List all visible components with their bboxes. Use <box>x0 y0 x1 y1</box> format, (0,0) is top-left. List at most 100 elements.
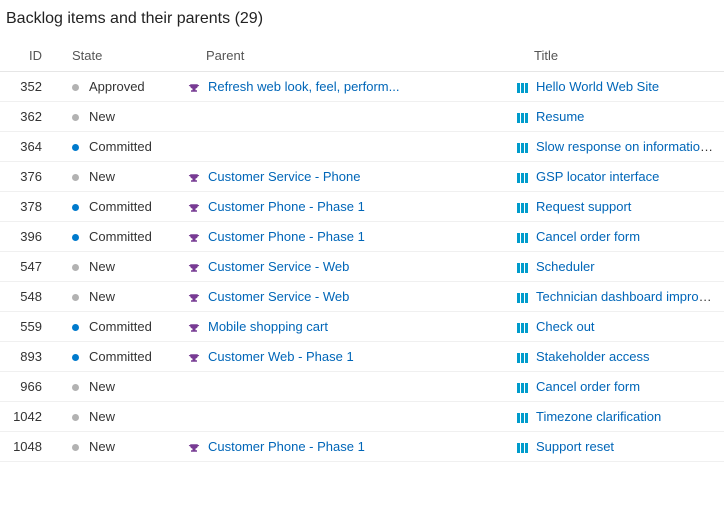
cell-title: Scheduler <box>508 252 724 282</box>
table-row[interactable]: 364Committed Slow response on information… <box>0 132 724 162</box>
trophy-icon <box>188 292 202 304</box>
title-link[interactable]: GSP locator interface <box>536 169 659 184</box>
cell-title: Cancel order form <box>508 372 724 402</box>
backlog-item-icon <box>516 202 530 214</box>
cell-title: Cancel order form <box>508 222 724 252</box>
title-link[interactable]: Hello World Web Site <box>536 79 659 94</box>
cell-parent: Customer Service - Phone <box>180 162 508 192</box>
parent-link[interactable]: Customer Service - Phone <box>208 169 360 184</box>
cell-title: Request support <box>508 192 724 222</box>
cell-id: 352 <box>0 72 64 102</box>
state-dot-icon <box>72 84 79 91</box>
title-link[interactable]: Stakeholder access <box>536 349 649 364</box>
title-link[interactable]: Support reset <box>536 439 614 454</box>
backlog-item-icon <box>516 172 530 184</box>
cell-title: Timezone clarification <box>508 402 724 432</box>
cell-id: 893 <box>0 342 64 372</box>
table-row[interactable]: 376New Customer Service - Phone GSP locato… <box>0 162 724 192</box>
backlog-item-icon <box>516 262 530 274</box>
parent-link[interactable]: Customer Service - Web <box>208 259 349 274</box>
cell-id: 966 <box>0 372 64 402</box>
parent-link[interactable]: Customer Phone - Phase 1 <box>208 199 365 214</box>
parent-link[interactable]: Refresh web look, feel, perform... <box>208 79 399 94</box>
title-link[interactable]: Timezone clarification <box>536 409 661 424</box>
cell-id: 547 <box>0 252 64 282</box>
cell-parent <box>180 132 508 162</box>
col-header-state[interactable]: State <box>64 42 180 72</box>
state-label: Committed <box>89 229 152 244</box>
title-link[interactable]: Slow response on information form <box>536 139 724 154</box>
parent-link[interactable]: Mobile shopping cart <box>208 319 328 334</box>
cell-parent: Customer Phone - Phase 1 <box>180 192 508 222</box>
title-link[interactable]: Check out <box>536 319 595 334</box>
state-label: Committed <box>89 319 152 334</box>
table-header-row: ID State Parent Title <box>0 42 724 72</box>
cell-state: Committed <box>64 342 180 372</box>
state-dot-icon <box>72 144 79 151</box>
table-row[interactable]: 893Committed Customer Web - Phase 1 Stakeh… <box>0 342 724 372</box>
page-title: Backlog items and their parents (29) <box>0 0 724 42</box>
state-dot-icon <box>72 444 79 451</box>
state-label: Committed <box>89 199 152 214</box>
cell-state: New <box>64 372 180 402</box>
col-header-parent[interactable]: Parent <box>180 42 508 72</box>
trophy-icon <box>188 262 202 274</box>
cell-parent: Customer Web - Phase 1 <box>180 342 508 372</box>
title-link[interactable]: Technician dashboard improvements <box>536 289 724 304</box>
state-dot-icon <box>72 294 79 301</box>
parent-link[interactable]: Customer Phone - Phase 1 <box>208 229 365 244</box>
cell-id: 1048 <box>0 432 64 462</box>
backlog-item-icon <box>516 292 530 304</box>
cell-parent <box>180 372 508 402</box>
cell-state: Committed <box>64 222 180 252</box>
table-row[interactable]: 966New Cancel order form <box>0 372 724 402</box>
backlog-item-icon <box>516 382 530 394</box>
backlog-item-icon <box>516 322 530 334</box>
title-link[interactable]: Request support <box>536 199 631 214</box>
cell-state: New <box>64 162 180 192</box>
table-row[interactable]: 378 Committed Customer Phone - Phase 1 Requ… <box>0 192 724 222</box>
table-row[interactable]: 548NewCustomer Service - WebTechnician d… <box>0 282 724 312</box>
cell-state: Committed <box>64 132 180 162</box>
col-header-id[interactable]: ID <box>0 42 64 72</box>
title-link[interactable]: Cancel order form <box>536 379 640 394</box>
parent-link[interactable]: Customer Web - Phase 1 <box>208 349 354 364</box>
cell-title: Hello World Web Site <box>508 72 724 102</box>
title-link[interactable]: Scheduler <box>536 259 595 274</box>
trophy-icon <box>188 352 202 364</box>
cell-id: 559 <box>0 312 64 342</box>
state-dot-icon <box>72 234 79 241</box>
cell-parent: Customer Service - Web <box>180 282 508 312</box>
cell-id: 396 <box>0 222 64 252</box>
cell-id: 378 <box>0 192 64 222</box>
state-label: Approved <box>89 79 145 94</box>
cell-parent: Refresh web look, feel, perform... <box>180 72 508 102</box>
title-link[interactable]: Resume <box>536 109 584 124</box>
cell-parent: Customer Phone - Phase 1 <box>180 222 508 252</box>
table-row[interactable]: 1048NewCustomer Phone - Phase 1Support r… <box>0 432 724 462</box>
trophy-icon <box>188 172 202 184</box>
table-row[interactable]: 1042NewTimezone clarification <box>0 402 724 432</box>
state-dot-icon <box>72 204 79 211</box>
table-row[interactable]: 362NewResume <box>0 102 724 132</box>
cell-state: New <box>64 252 180 282</box>
state-dot-icon <box>72 174 79 181</box>
trophy-icon <box>188 442 202 454</box>
title-link[interactable]: Cancel order form <box>536 229 640 244</box>
col-header-title[interactable]: Title <box>508 42 724 72</box>
parent-link[interactable]: Customer Phone - Phase 1 <box>208 439 365 454</box>
state-dot-icon <box>72 354 79 361</box>
state-dot-icon <box>72 384 79 391</box>
cell-title: Technician dashboard improvements <box>508 282 724 312</box>
cell-title: Support reset <box>508 432 724 462</box>
cell-id: 364 <box>0 132 64 162</box>
table-row[interactable]: 352 Approved Refresh web look, feel, perfo… <box>0 72 724 102</box>
table-row[interactable]: 396 Committed Customer Phone - Phase 1 Canc… <box>0 222 724 252</box>
cell-id: 376 <box>0 162 64 192</box>
table-row[interactable]: 547New Customer Service - Web Scheduler <box>0 252 724 282</box>
backlog-table: ID State Parent Title 352 Approved Refresh… <box>0 42 724 462</box>
table-row[interactable]: 559 Committed Mobile shopping cart Check ou… <box>0 312 724 342</box>
cell-parent: Customer Phone - Phase 1 <box>180 432 508 462</box>
cell-state: New <box>64 282 180 312</box>
parent-link[interactable]: Customer Service - Web <box>208 289 349 304</box>
